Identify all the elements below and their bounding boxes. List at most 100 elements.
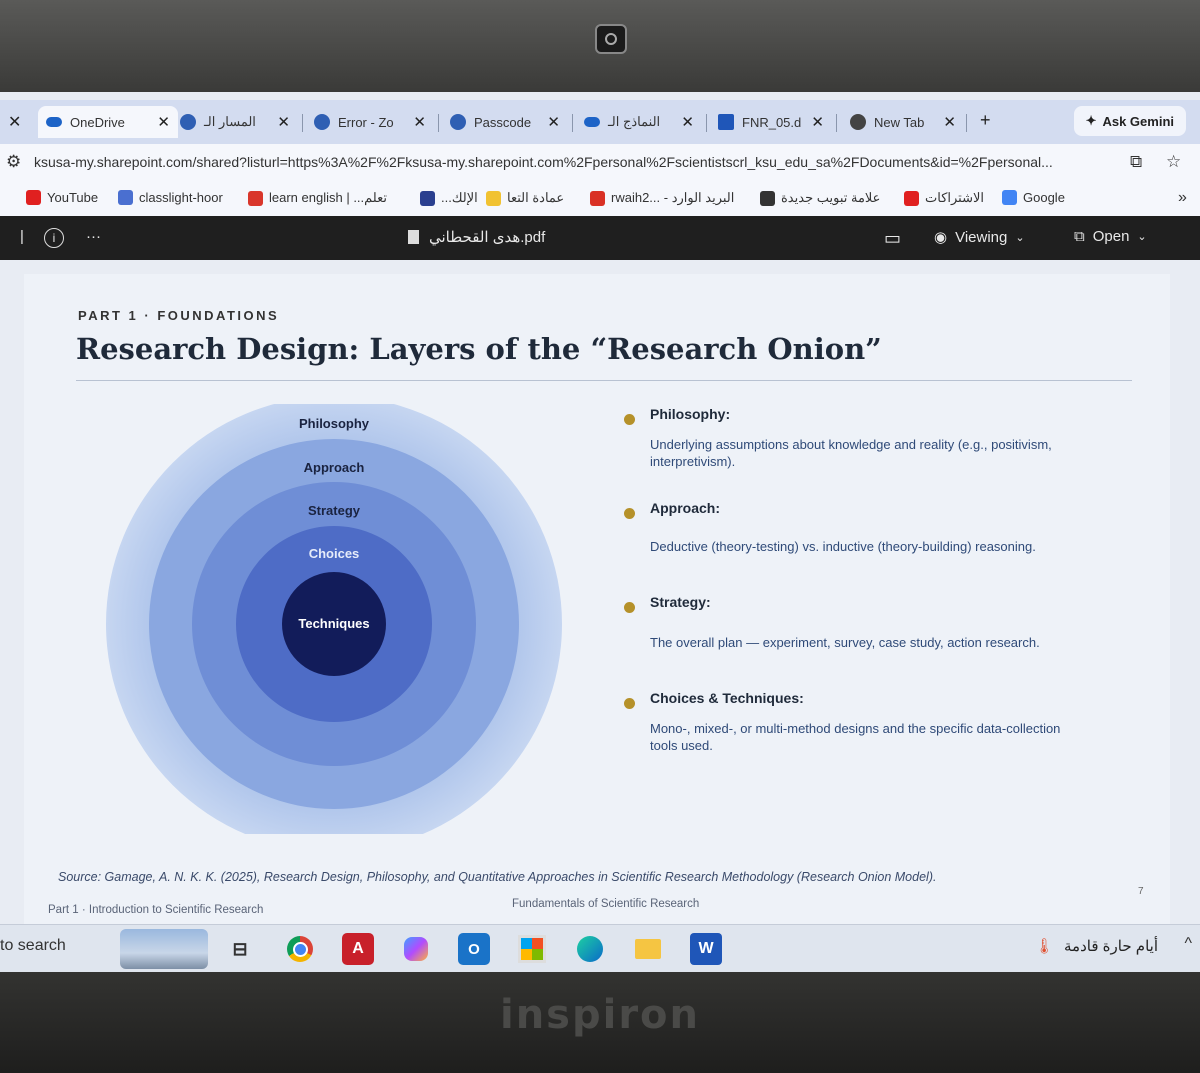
tab-5[interactable]: النماذج الـ ✕ — [584, 106, 694, 138]
url-input[interactable]: ksusa-my.sharepoint.com/shared?listurl=h… — [34, 154, 1114, 170]
bookmark-label: Google — [1023, 190, 1065, 205]
tab-4[interactable]: Passcode ✕ — [450, 106, 560, 138]
bullet-text: The overall plan — experiment, survey, c… — [650, 635, 1040, 650]
open-button[interactable]: ⧉ Open ⌄ — [1074, 228, 1147, 245]
chrome-icon[interactable] — [284, 933, 316, 965]
outlook-icon[interactable]: O — [458, 933, 490, 965]
bookmarks-overflow-button[interactable]: » — [1178, 189, 1187, 207]
pdf-viewer-toolbar: | i ··· هدى القحطاني.pdf ▭ ◉ Viewing ⌄ ⧉… — [0, 216, 1200, 260]
bullet-heading: Choices & Techniques: — [650, 690, 804, 706]
acrobat-icon[interactable]: A — [342, 933, 374, 965]
bookmark-label: classlight-hoor — [139, 190, 223, 205]
close-tab-icon[interactable]: ✕ — [157, 113, 170, 131]
bullet-heading: Philosophy: — [650, 406, 731, 422]
bookmark-item[interactable]: ...الإلك — [420, 190, 478, 206]
file-explorer-icon[interactable] — [632, 933, 664, 965]
bookmark-star-icon[interactable]: ☆ — [1166, 152, 1181, 172]
chevron-down-icon: ⌄ — [1015, 231, 1025, 244]
more-options-icon[interactable]: ··· — [86, 228, 101, 245]
bookmark-label: YouTube — [47, 190, 99, 205]
bookmark-item[interactable]: YouTube — [26, 190, 98, 205]
bookmark-favicon-icon — [760, 190, 775, 206]
copilot-icon[interactable] — [400, 933, 432, 965]
tab-label: New Tab — [874, 114, 925, 130]
ask-gemini-label: Ask Gemini — [1102, 113, 1174, 129]
new-tab-button[interactable]: + — [980, 110, 991, 131]
weather-text: أيام حارة قادمة — [1064, 938, 1158, 955]
bookmark-item[interactable]: classlight-hoor — [118, 190, 223, 205]
tab-label: Error - Zo — [338, 114, 394, 130]
show-hidden-icons-button[interactable]: ^ — [1184, 935, 1192, 953]
onion-label-techniques: Techniques — [298, 616, 369, 631]
search-highlight-image[interactable] — [120, 929, 208, 969]
source-citation: Source: Gamage, A. N. K. K. (2025), Rese… — [58, 870, 937, 884]
word-icon[interactable]: W — [690, 933, 722, 965]
info-icon[interactable]: i — [44, 228, 64, 248]
bookmark-item[interactable]: learn english | ...تعلم — [248, 190, 387, 206]
zoom-icon — [450, 114, 466, 130]
viewing-label: Viewing — [955, 228, 1008, 246]
onion-label-philosophy: Philosophy — [299, 416, 370, 431]
close-tab-icon[interactable]: ✕ — [943, 113, 956, 131]
research-onion-diagram: Philosophy Approach Strategy Choices Tec… — [106, 404, 562, 834]
bookmark-favicon-icon — [118, 190, 133, 205]
footer-center: Fundamentals of Scientific Research — [512, 898, 700, 910]
tab-3[interactable]: Error - Zo ✕ — [314, 106, 426, 138]
tab-label: المسار الـ — [204, 114, 256, 129]
word-doc-icon — [718, 114, 734, 130]
bullet-dot-icon — [624, 508, 635, 519]
bookmark-item[interactable]: علامة تبويب جديدة — [760, 190, 880, 206]
eye-icon: ◉ — [934, 229, 948, 246]
open-external-icon: ⧉ — [1074, 228, 1085, 245]
file-icon — [408, 230, 419, 244]
taskbar-search[interactable]: to search — [0, 937, 66, 955]
bookmark-favicon-icon — [248, 190, 263, 206]
onedrive-icon — [584, 117, 600, 127]
close-tab-icon[interactable]: ✕ — [547, 113, 560, 131]
address-bar: ⚙ ksusa-my.sharepoint.com/shared?listurl… — [0, 144, 1200, 184]
pdf-slide: PART 1 · FOUNDATIONS Research Design: La… — [24, 274, 1170, 926]
bookmark-favicon-icon — [26, 190, 41, 205]
laptop-bezel-bottom: inspiron — [0, 972, 1200, 1073]
file-name: هدى القحطاني.pdf — [429, 229, 546, 246]
viewing-mode-button[interactable]: ◉ Viewing ⌄ — [934, 228, 1025, 247]
tab-6[interactable]: FNR_05.d ✕ — [718, 106, 824, 138]
bookmark-item[interactable]: Google — [1002, 190, 1065, 205]
bookmark-favicon-icon — [904, 190, 919, 206]
thermometer-icon: 🌡 — [1034, 938, 1054, 955]
close-tab-icon[interactable]: ✕ — [413, 113, 426, 131]
bookmark-item[interactable]: الاشتراكات — [904, 190, 984, 206]
close-tab-icon[interactable]: ✕ — [811, 113, 824, 131]
bookmark-label: علامة تبويب جديدة — [781, 190, 881, 205]
comment-icon[interactable]: ▭ — [884, 228, 901, 249]
tab-2[interactable]: المسار الـ ✕ — [180, 106, 290, 138]
onion-label-choices: Choices — [309, 546, 360, 561]
onion-label-approach: Approach — [304, 460, 365, 475]
bookmark-item[interactable]: rwaih2... - البريد الوارد — [590, 190, 734, 206]
close-tab-icon[interactable]: ✕ — [277, 113, 290, 131]
close-tab-icon[interactable]: ✕ — [681, 113, 694, 131]
laptop-brand-logo: inspiron — [499, 992, 701, 1038]
edge-icon[interactable] — [574, 933, 606, 965]
bookmark-item[interactable]: عمادة التعا — [486, 190, 564, 206]
tab-7[interactable]: New Tab ✕ — [850, 106, 956, 138]
store-icon[interactable] — [516, 933, 548, 965]
weather-widget[interactable]: 🌡 أيام حارة قادمة — [1035, 937, 1158, 955]
bookmark-label: rwaih2... - البريد الوارد — [611, 190, 735, 205]
bookmarks-bar: YouTube classlight-hoor learn english | ..… — [0, 184, 1200, 217]
bullet-text: Underlying assumptions about knowledge a… — [650, 437, 1052, 469]
bookmark-favicon-icon — [486, 190, 501, 206]
bullet-dot-icon — [624, 602, 635, 613]
cast-icon[interactable]: ⧉ — [1130, 152, 1142, 172]
close-window-icon[interactable]: ✕ — [8, 112, 21, 132]
tab-onedrive[interactable]: OneDrive ✕ — [38, 106, 178, 138]
site-info-icon[interactable]: ⚙ — [6, 152, 21, 172]
ask-gemini-button[interactable]: ✦ Ask Gemini — [1073, 106, 1186, 136]
bullet-heading: Approach: — [650, 500, 720, 516]
task-view-icon[interactable]: ⊟ — [224, 933, 256, 965]
file-title: هدى القحطاني.pdf — [408, 228, 545, 246]
bookmark-favicon-icon — [1002, 190, 1017, 205]
chrome-icon — [850, 114, 866, 130]
laptop-bezel-top — [0, 0, 1200, 92]
zoom-icon — [314, 114, 330, 130]
